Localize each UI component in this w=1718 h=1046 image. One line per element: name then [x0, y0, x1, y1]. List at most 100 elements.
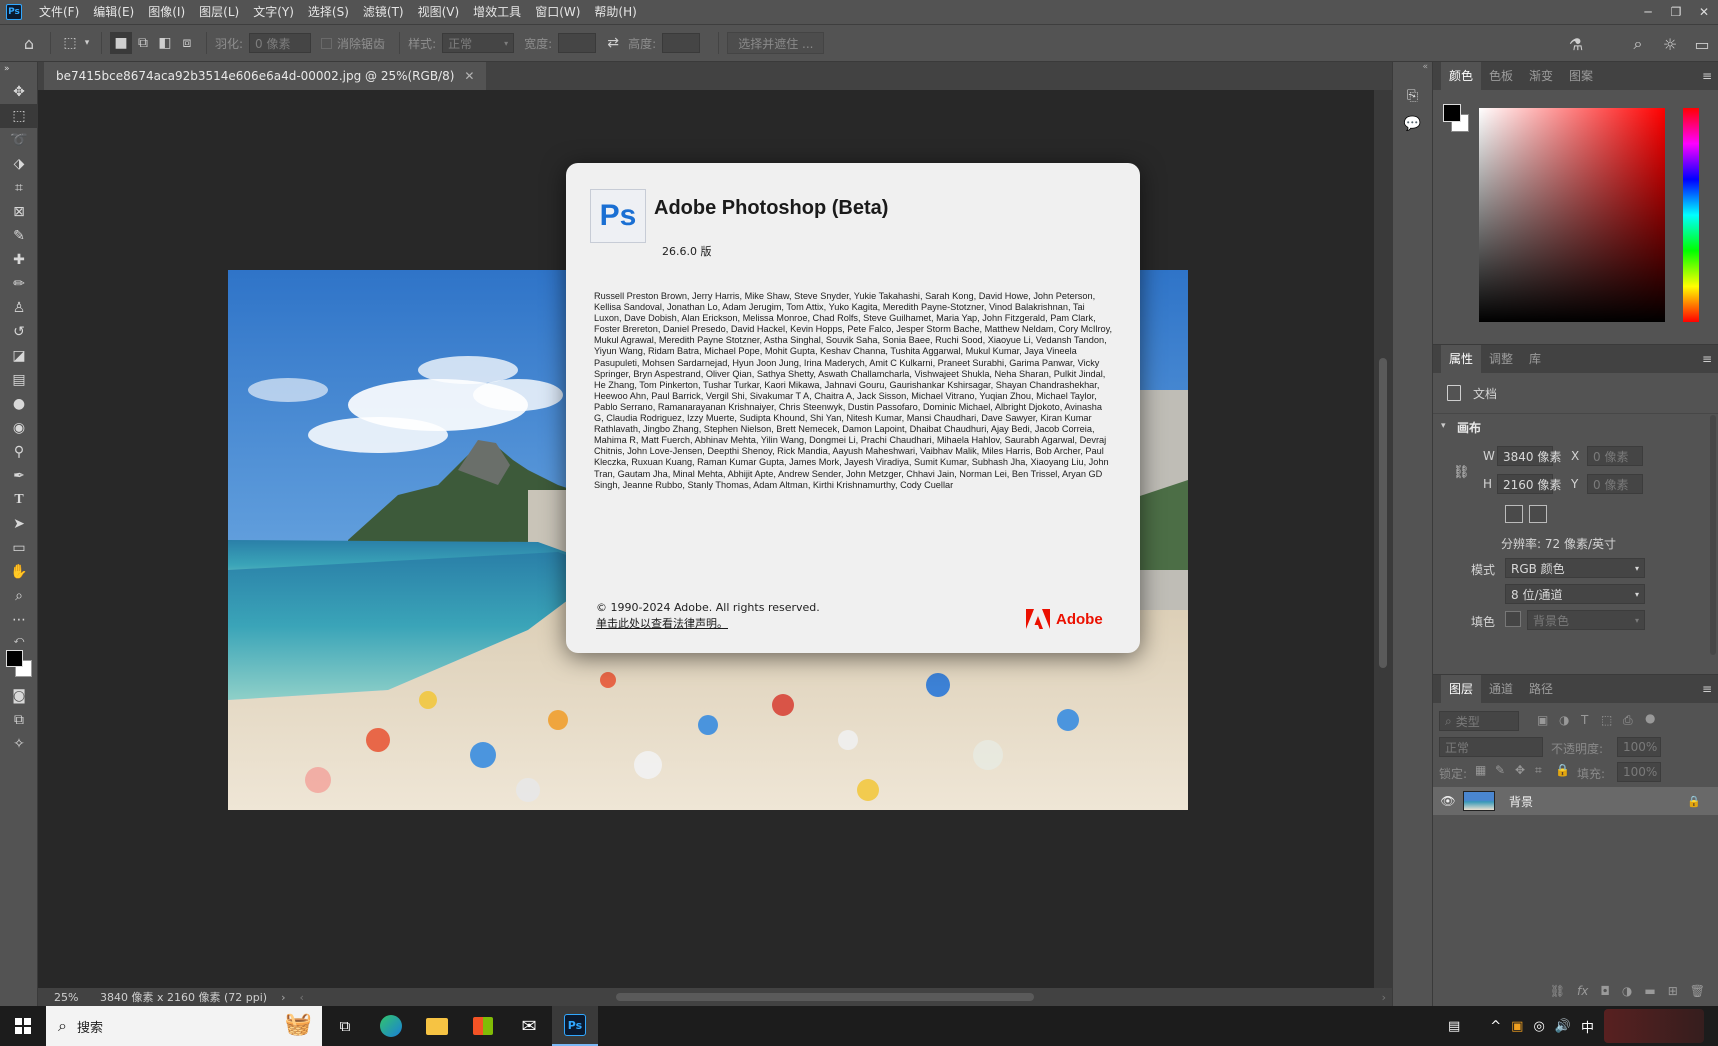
panel-menu-icon[interactable]: ≡: [1702, 62, 1712, 90]
width-input[interactable]: [558, 33, 597, 53]
photoshop-taskbar-icon[interactable]: Ps: [552, 1006, 598, 1046]
color-mode-select[interactable]: RGB 颜色 ▾: [1505, 558, 1645, 578]
crop-tool-icon[interactable]: ⌗: [0, 176, 38, 200]
lock-artboard-icon[interactable]: ⌗: [1535, 763, 1542, 778]
home-icon[interactable]: ⌂: [16, 32, 42, 54]
mail-icon[interactable]: ✉: [506, 1006, 552, 1046]
fill-select[interactable]: 背景色 ▾: [1527, 610, 1645, 630]
scroll-left-icon[interactable]: ‹: [300, 991, 304, 1004]
volume-icon[interactable]: 🔊: [1555, 1019, 1571, 1034]
select-and-mask-button[interactable]: 选择并遮住 ...: [727, 32, 825, 54]
x-field[interactable]: 0 像素: [1587, 446, 1643, 466]
type-tool-icon[interactable]: T: [0, 488, 38, 512]
marquee-preset-icon[interactable]: ⬚: [59, 32, 81, 54]
tab-gradients[interactable]: 渐变: [1521, 62, 1561, 90]
generative-icon[interactable]: ✧: [0, 732, 38, 756]
comments-panel-icon[interactable]: 💬: [1401, 112, 1425, 136]
news-widget-icon[interactable]: ▤: [1448, 1019, 1460, 1034]
tab-patterns[interactable]: 图案: [1561, 62, 1601, 90]
width-field[interactable]: 3840 像素: [1497, 446, 1561, 466]
adjustment-layer-icon[interactable]: ◑: [1622, 984, 1632, 998]
eye-icon[interactable]: 👁: [1433, 794, 1463, 808]
vertical-scrollbar[interactable]: [1374, 90, 1392, 988]
layer-filter-select[interactable]: ⌕ 类型: [1439, 711, 1519, 731]
file-explorer-icon[interactable]: [414, 1006, 460, 1046]
group-icon[interactable]: ▬: [1644, 984, 1655, 998]
frame-tool-icon[interactable]: ⊠: [0, 200, 38, 224]
quick-mask-icon[interactable]: ◙: [0, 684, 38, 708]
style-select[interactable]: 正常 ▾: [442, 33, 515, 53]
move-tool-icon[interactable]: ✥: [0, 80, 38, 104]
chevron-down-icon[interactable]: ▾: [1441, 421, 1446, 431]
link-icon[interactable]: ⛓: [1453, 465, 1470, 480]
more-tools-icon[interactable]: ⋯: [0, 608, 38, 632]
tab-properties[interactable]: 属性: [1441, 345, 1482, 373]
delete-layer-icon[interactable]: 🗑: [1690, 984, 1705, 998]
network-icon[interactable]: ◎: [1533, 1019, 1544, 1034]
menu-image[interactable]: 图像(I): [141, 0, 192, 24]
path-select-tool-icon[interactable]: ➤: [0, 512, 38, 536]
zoom-tool-icon[interactable]: ⌕: [0, 584, 38, 608]
chevron-right-icon[interactable]: ›: [281, 991, 285, 1004]
checkbox-icon[interactable]: [321, 37, 333, 49]
y-field[interactable]: 0 像素: [1587, 474, 1643, 494]
menu-type[interactable]: 文字(Y): [246, 0, 301, 24]
windows-start-icon[interactable]: [0, 1006, 46, 1046]
brush-tool-icon[interactable]: ✏: [0, 272, 38, 296]
eyedropper-tool-icon[interactable]: ✎: [0, 224, 38, 248]
chevron-up-icon[interactable]: ^: [1490, 1019, 1501, 1034]
color-picker-field[interactable]: [1479, 108, 1665, 322]
lock-transparent-icon[interactable]: ▦: [1475, 763, 1486, 777]
portrait-orientation-icon[interactable]: [1505, 505, 1523, 523]
tray-app-icon[interactable]: ▣: [1511, 1019, 1523, 1034]
restore-icon[interactable]: ❐: [1662, 0, 1690, 24]
vertical-scroll-thumb[interactable]: [1379, 358, 1387, 668]
lock-position-icon[interactable]: ✥: [1515, 763, 1525, 777]
swap-colors-icon[interactable]: ⤺: [0, 632, 38, 648]
collapse-icon[interactable]: »: [0, 62, 38, 76]
feather-input[interactable]: 0 像素: [249, 33, 312, 53]
menu-window[interactable]: 窗口(W): [528, 0, 587, 24]
menu-layer[interactable]: 图层(L): [192, 0, 246, 24]
filter-pixel-icon[interactable]: ▣: [1537, 713, 1548, 727]
fill-field[interactable]: 100%: [1617, 762, 1661, 782]
lightbulb-icon[interactable]: ☼: [1654, 35, 1686, 54]
blur-tool-icon[interactable]: ●: [0, 392, 38, 416]
object-select-tool-icon[interactable]: ⬗: [0, 152, 38, 176]
tab-swatches[interactable]: 色板: [1481, 62, 1521, 90]
menu-plugins[interactable]: 增效工具: [466, 0, 528, 24]
healing-brush-tool-icon[interactable]: ✚: [0, 248, 38, 272]
filter-type-icon[interactable]: T: [1581, 713, 1588, 727]
zoom-level[interactable]: 25%: [54, 991, 94, 1004]
panel-menu-icon[interactable]: ≡: [1702, 675, 1712, 703]
subtract-selection-icon[interactable]: ◧: [154, 32, 176, 54]
color-swatches[interactable]: [0, 648, 38, 684]
menu-view[interactable]: 视图(V): [411, 0, 467, 24]
close-tab-icon[interactable]: ✕: [464, 69, 474, 83]
filter-adjustment-icon[interactable]: ◑: [1559, 713, 1569, 727]
layer-row[interactable]: 👁 背景 🔒: [1433, 787, 1718, 815]
intersect-selection-icon[interactable]: ⧈: [176, 32, 198, 54]
menu-edit[interactable]: 编辑(E): [86, 0, 141, 24]
taskbar-search-box[interactable]: ⌕ 搜索 🧺: [46, 1006, 322, 1046]
properties-scrollbar[interactable]: [1710, 415, 1716, 655]
chevron-down-icon[interactable]: ▾: [81, 32, 93, 54]
landscape-orientation-icon[interactable]: [1529, 505, 1547, 523]
foreground-color-swatch[interactable]: [1443, 104, 1461, 122]
marquee-tool-icon[interactable]: ⬚: [0, 104, 38, 128]
tab-paths[interactable]: 路径: [1521, 675, 1561, 703]
search-icon[interactable]: ⌕: [1622, 34, 1654, 54]
tab-adjustments[interactable]: 调整: [1481, 345, 1521, 373]
layer-name[interactable]: 背景: [1509, 793, 1533, 810]
menu-file[interactable]: 文件(F): [32, 0, 86, 24]
bit-depth-select[interactable]: 8 位/通道 ▾: [1505, 584, 1645, 604]
hand-tool-icon[interactable]: ✋: [0, 560, 38, 584]
flask-icon[interactable]: ⚗: [1560, 35, 1592, 54]
height-field[interactable]: 2160 像素: [1497, 474, 1561, 494]
history-panel-icon[interactable]: ⎘: [1401, 84, 1425, 108]
minimize-icon[interactable]: ─: [1634, 0, 1662, 24]
zoom-lens-tool-icon[interactable]: ⚲: [0, 440, 38, 464]
menu-select[interactable]: 选择(S): [301, 0, 356, 24]
height-input[interactable]: [662, 33, 701, 53]
fill-color-swatch[interactable]: [1505, 611, 1521, 627]
